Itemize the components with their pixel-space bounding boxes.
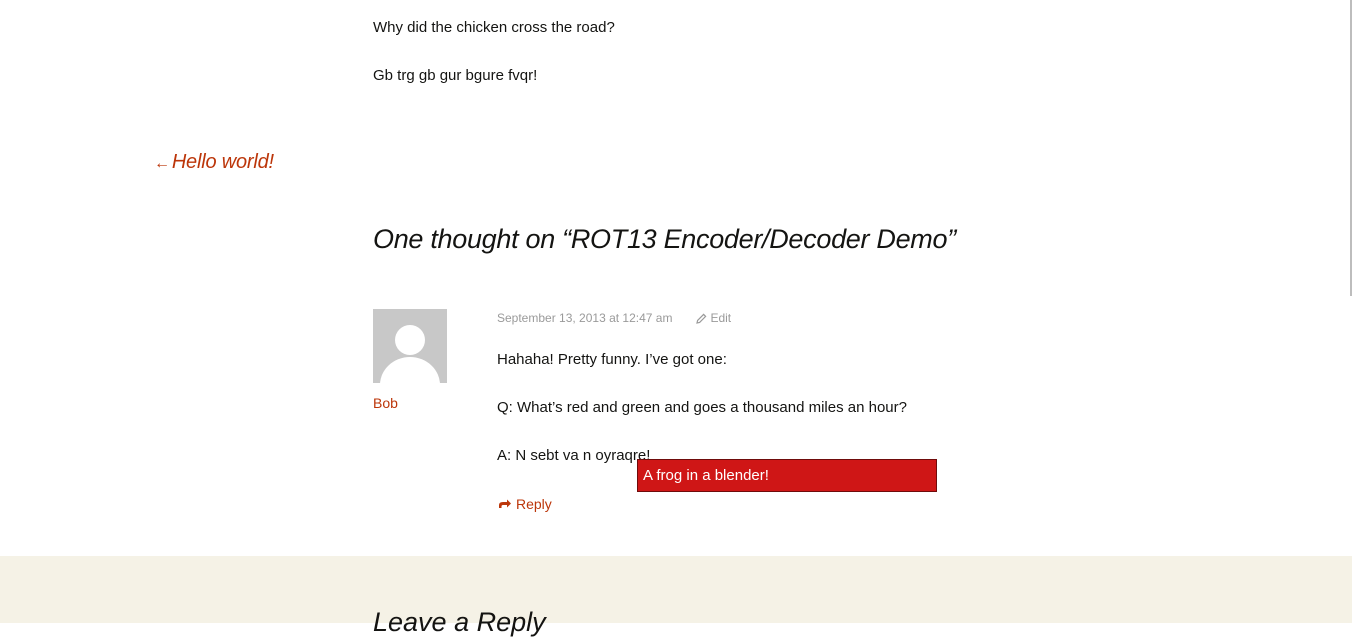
- reply-button[interactable]: Reply: [497, 496, 552, 512]
- respond-section: [0, 556, 1352, 623]
- comment-date-link[interactable]: September 13, 2013 at 12:47 am: [497, 311, 672, 325]
- comment-meta: September 13, 2013 at 12:47 am Edit: [497, 311, 731, 325]
- pencil-icon: [696, 313, 707, 324]
- edit-label: Edit: [710, 311, 732, 325]
- post-paragraph: Why did the chicken cross the road?: [373, 19, 615, 36]
- reply-arrow-icon: [499, 499, 511, 508]
- reply-label: Reply: [516, 496, 552, 512]
- comment-paragraph: Q: What’s red and green and goes a thous…: [497, 399, 907, 416]
- comment-content: Hahaha! Pretty funny. I’ve got one: Q: W…: [497, 350, 957, 466]
- left-arrow-icon: ←: [154, 155, 170, 172]
- post-content: Why did the chicken cross the road? Gb t…: [373, 18, 973, 86]
- comment-author-link[interactable]: Bob: [373, 395, 398, 411]
- edit-comment-link[interactable]: Edit: [696, 311, 731, 325]
- comments-title: One thought on “ROT13 Encoder/Decoder De…: [373, 224, 956, 254]
- comment-paragraph: Hahaha! Pretty funny. I’ve got one:: [497, 351, 727, 368]
- default-avatar-icon: [373, 309, 447, 383]
- post-paragraph: Gb trg gb gur bgure fvqr!: [373, 67, 538, 84]
- rot13-decoded-tooltip: A frog in a blender!: [637, 459, 937, 492]
- previous-post-link[interactable]: ← Hello world!: [154, 151, 274, 174]
- previous-post-label: Hello world!: [171, 151, 274, 173]
